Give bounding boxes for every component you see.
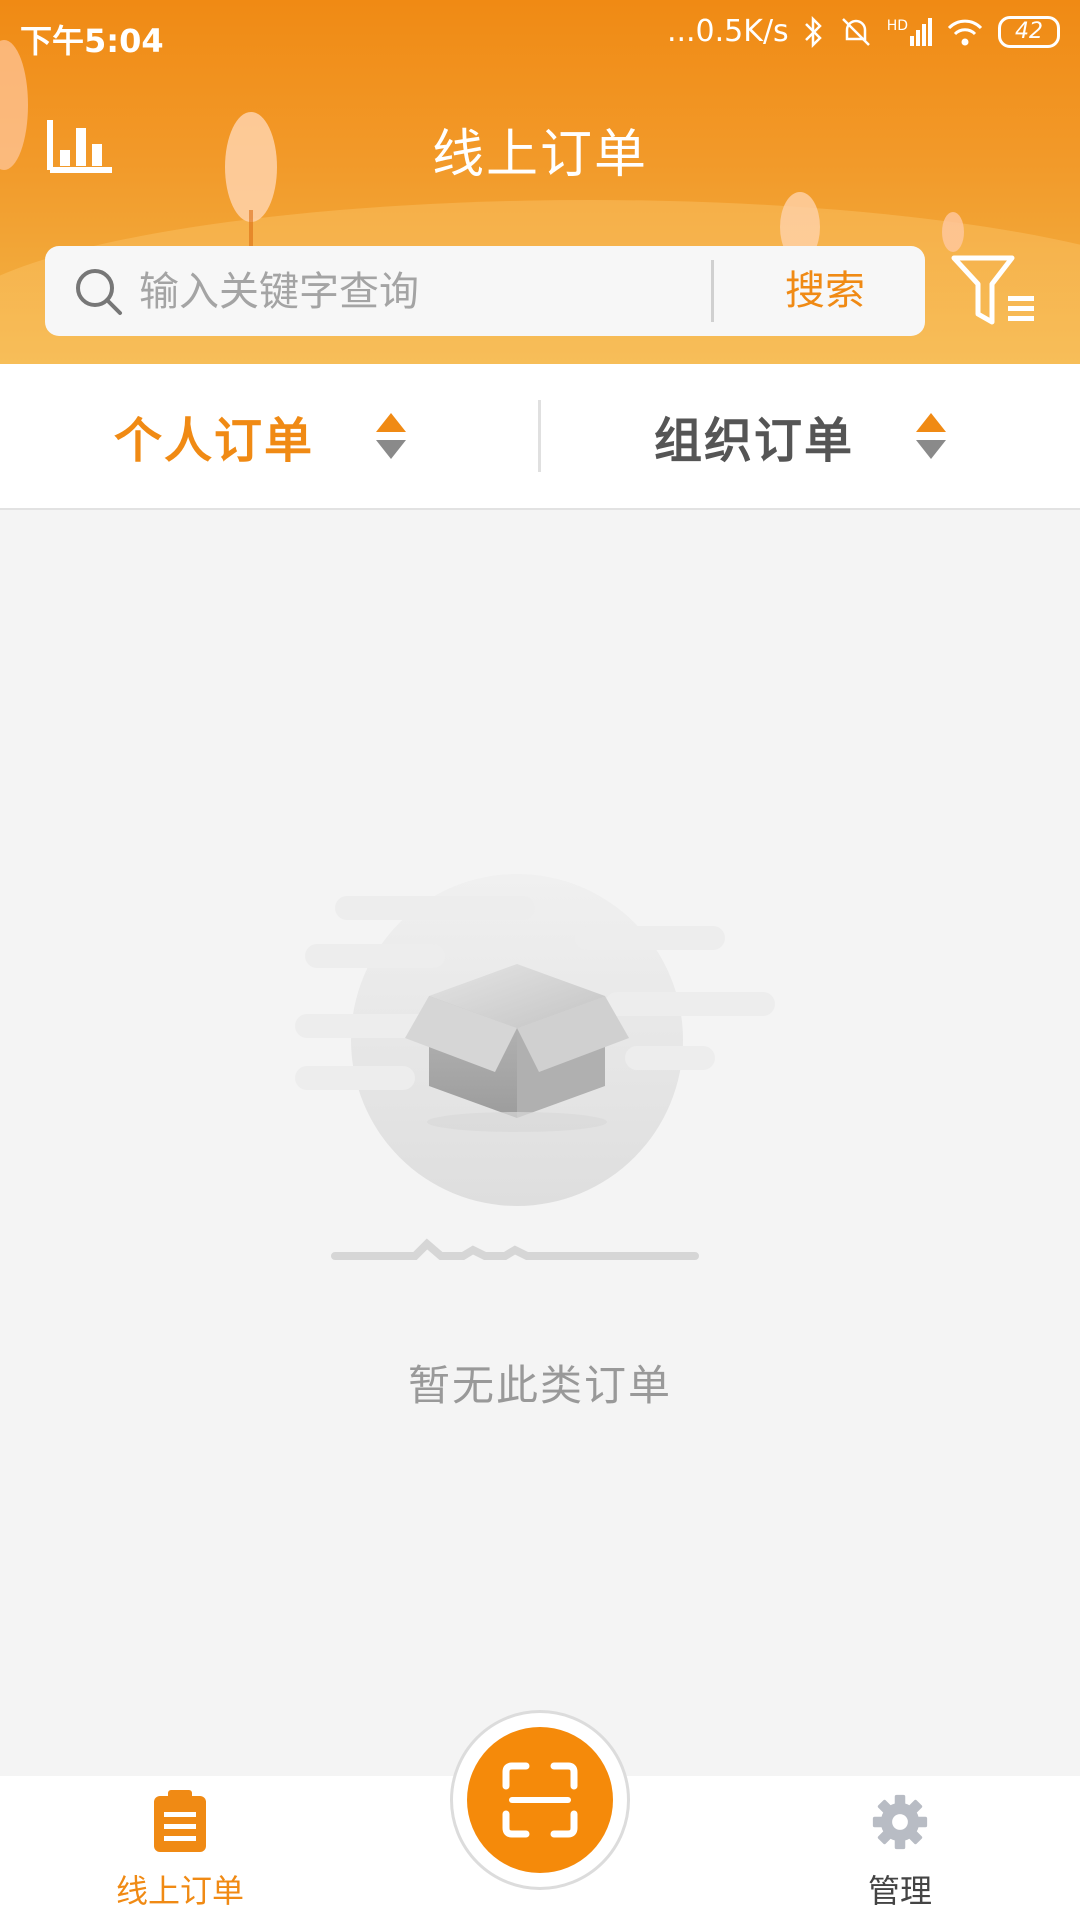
- bluetooth-icon: [804, 15, 822, 48]
- tab-personal-orders[interactable]: 个人订单: [114, 364, 408, 508]
- clipboard-icon: [154, 1790, 206, 1852]
- nav-item-online-orders[interactable]: 线上订单: [80, 1776, 280, 1920]
- scan-button[interactable]: [467, 1727, 613, 1873]
- page-title: 线上订单: [431, 125, 648, 185]
- search-input[interactable]: [137, 264, 731, 320]
- tab-organization-orders[interactable]: 组织订单: [654, 364, 948, 508]
- scan-button-ring: [450, 1710, 630, 1890]
- empty-message: 暂无此类订单: [407, 1361, 672, 1410]
- tab-label: 个人订单: [114, 413, 315, 469]
- search-divider: [711, 260, 714, 322]
- status-time: 下午5:04: [20, 22, 164, 60]
- status-indicators: ...0.5K/s HD 42: [667, 14, 1060, 49]
- empty-box-icon: [295, 874, 775, 1260]
- battery-indicator: 42: [998, 15, 1060, 48]
- sort-icon: [376, 413, 407, 459]
- network-speed: ...0.5K/s: [666, 14, 789, 49]
- status-bar: 下午5:04 ...0.5K/s HD 42: [0, 0, 1080, 72]
- gear-icon: [872, 1794, 928, 1850]
- network-type-label: HD: [886, 17, 908, 34]
- header: 下午5:04 ...0.5K/s HD 42 线上订单 输入关键字查询 搜索: [0, 0, 1080, 364]
- filter-list-icon[interactable]: [950, 252, 1040, 328]
- mute-bell-icon: [841, 17, 870, 46]
- hd-signal-icon: HD: [886, 17, 932, 46]
- search-button[interactable]: 搜索: [735, 246, 915, 336]
- search-bar: 搜索: [45, 246, 925, 336]
- tab-label: 组织订单: [654, 413, 855, 469]
- nav-label: 线上订单: [115, 1872, 244, 1910]
- decor-tree-trunk: [249, 210, 253, 250]
- nav-item-management[interactable]: 管理: [800, 1776, 1000, 1920]
- tab-divider: [538, 400, 541, 472]
- sort-icon: [916, 413, 947, 459]
- nav-label: 管理: [867, 1872, 932, 1910]
- order-tabs: 个人订单 组织订单: [0, 364, 1080, 510]
- decor-tree: [942, 212, 964, 252]
- search-icon: [76, 269, 122, 315]
- scan-icon: [502, 1762, 578, 1838]
- wifi-icon: [947, 19, 983, 45]
